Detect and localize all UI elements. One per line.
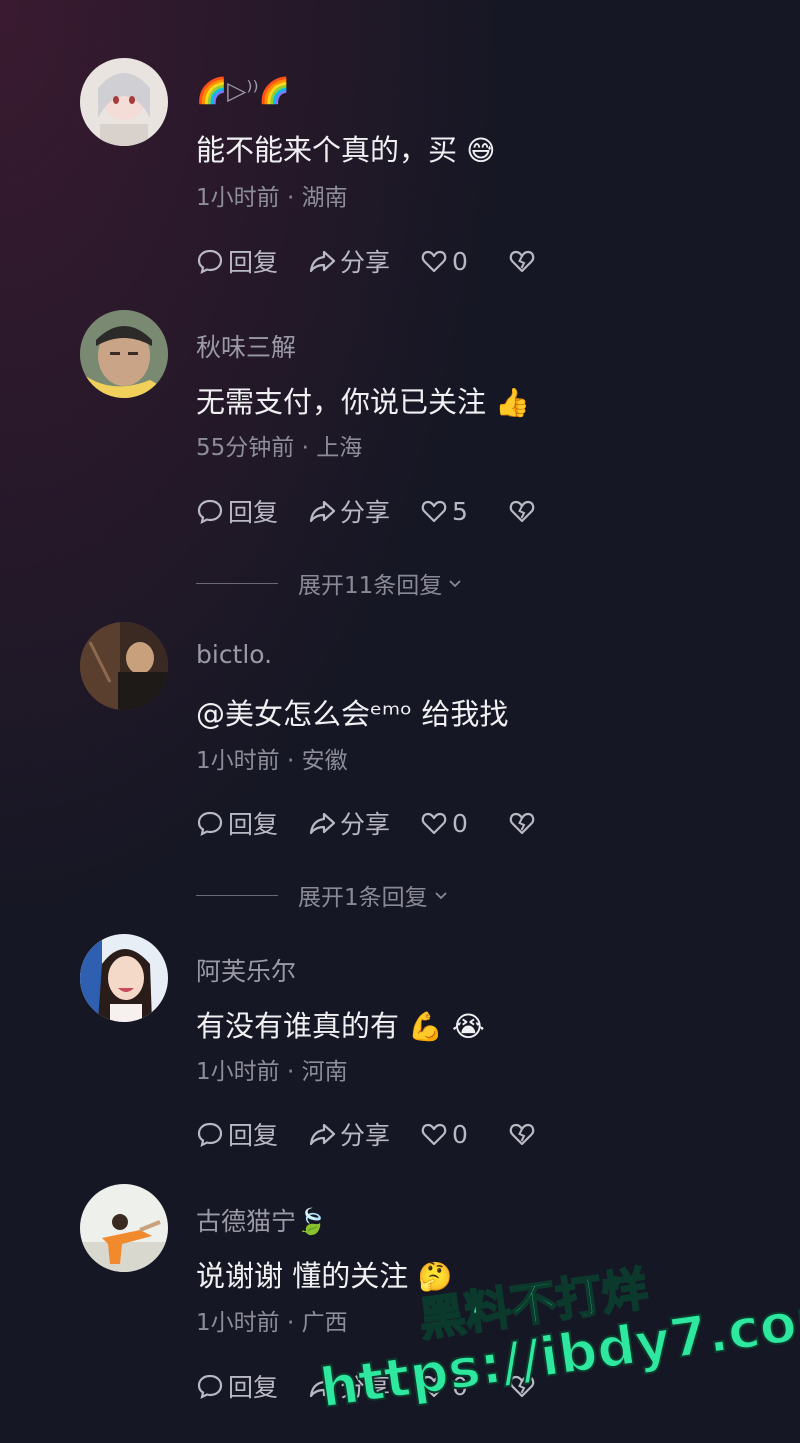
share-button[interactable]: 分享 xyxy=(308,243,390,279)
comment-text: @美女怎么会ᵉᵐᵒ 给我找 xyxy=(196,697,509,731)
like-count: 0 xyxy=(452,246,468,276)
expand-replies-button[interactable]: 展开1条回复 xyxy=(196,878,450,912)
comment-meta: 1小时前 · 安徽 xyxy=(196,748,348,774)
comment-actions: 回复 分享 5 xyxy=(196,494,570,528)
heart-icon xyxy=(421,250,447,273)
heart-icon xyxy=(421,500,447,523)
reply-label: 回复 xyxy=(228,1373,279,1402)
broken-heart-icon xyxy=(509,500,535,523)
reply-button[interactable]: 回复 xyxy=(196,805,278,841)
avatar[interactable] xyxy=(80,934,168,1022)
reply-button[interactable]: 回复 xyxy=(196,493,278,529)
broken-heart-icon xyxy=(509,1123,535,1146)
share-label: 分享 xyxy=(340,248,391,277)
comment-bubble-icon xyxy=(197,1374,223,1400)
heart-icon xyxy=(421,1123,447,1146)
avatar[interactable] xyxy=(80,1184,168,1272)
like-count: 5 xyxy=(452,496,468,526)
avatar[interactable] xyxy=(80,310,168,398)
expand-replies-label: 展开11条回复 xyxy=(298,573,443,599)
reply-label: 回复 xyxy=(228,498,279,527)
reply-button[interactable]: 回复 xyxy=(196,1116,278,1152)
emoji: 👍 xyxy=(495,386,531,419)
comment-actions: 回复 分享 0 xyxy=(196,244,570,278)
comment-actions: 回复 分享 0 xyxy=(196,806,570,840)
reply-label: 回复 xyxy=(228,810,279,839)
avatar[interactable] xyxy=(80,622,168,710)
share-label: 分享 xyxy=(340,498,391,527)
dislike-button[interactable] xyxy=(508,809,540,837)
share-button[interactable]: 分享 xyxy=(308,805,390,841)
like-button[interactable]: 0 xyxy=(420,809,468,838)
expand-replies-label: 展开1条回复 xyxy=(298,885,428,911)
reply-label: 回复 xyxy=(228,1121,279,1150)
comment-meta: 1小时前 · 湖南 xyxy=(196,185,348,211)
divider-line xyxy=(196,582,278,584)
like-count: 0 xyxy=(452,1119,468,1149)
comment-text: 无需支付，你说已关注 👍 xyxy=(196,385,531,419)
broken-heart-icon xyxy=(509,812,535,835)
username[interactable]: bictlo. xyxy=(196,640,272,669)
emoji: 💪 😭 xyxy=(408,1010,485,1043)
share-label: 分享 xyxy=(340,1121,391,1150)
divider-line xyxy=(196,894,278,896)
comment-meta: 55分钟前 · 上海 xyxy=(196,435,363,461)
reply-button[interactable]: 回复 xyxy=(196,1368,278,1404)
reply-button[interactable]: 回复 xyxy=(196,243,278,279)
broken-heart-icon xyxy=(509,250,535,273)
reply-label: 回复 xyxy=(228,248,279,277)
comment-actions: 回复 分享 0 xyxy=(196,1117,570,1151)
like-count: 0 xyxy=(452,808,468,838)
share-arrow-icon xyxy=(309,812,336,835)
heart-icon xyxy=(421,812,447,835)
comment-text: 有没有谁真的有 💪 😭 xyxy=(196,1009,485,1043)
comment-meta: 1小时前 · 河南 xyxy=(196,1059,348,1085)
comment-text: 能不能来个真的，买 😅 xyxy=(196,133,496,167)
share-button[interactable]: 分享 xyxy=(308,493,390,529)
avatar[interactable] xyxy=(80,58,168,146)
comment-bubble-icon xyxy=(197,1122,223,1148)
dislike-button[interactable] xyxy=(508,1120,540,1148)
comment-bubble-icon xyxy=(197,499,223,525)
share-button[interactable]: 分享 xyxy=(308,1116,390,1152)
username[interactable]: 秋味三解 xyxy=(196,328,296,364)
share-label: 分享 xyxy=(340,810,391,839)
expand-replies-button[interactable]: 展开11条回复 xyxy=(196,566,464,600)
comment-meta: 1小时前 · 广西 xyxy=(196,1310,348,1336)
leaf-badge-icon: 🍃 xyxy=(296,1207,328,1236)
comment-bubble-icon xyxy=(197,249,223,275)
like-button[interactable]: 0 xyxy=(420,247,468,276)
comment-text: 说谢谢 懂的关注 🤔 xyxy=(196,1259,453,1293)
chevron-down-icon xyxy=(449,580,461,588)
dislike-button[interactable] xyxy=(508,497,540,525)
share-arrow-icon xyxy=(309,250,336,273)
comment-bubble-icon xyxy=(197,811,223,837)
share-arrow-icon xyxy=(309,500,336,523)
share-arrow-icon xyxy=(309,1123,336,1146)
like-button[interactable]: 0 xyxy=(420,1120,468,1149)
like-button[interactable]: 5 xyxy=(420,497,468,526)
emoji: 😅 xyxy=(466,134,496,167)
username[interactable]: 🌈▷⁾⁾🌈 xyxy=(196,76,290,106)
username[interactable]: 阿芙乐尔 xyxy=(196,952,296,988)
username[interactable]: 古德猫宁🍃 xyxy=(196,1202,327,1238)
dislike-button[interactable] xyxy=(508,247,540,275)
chevron-down-icon xyxy=(435,892,447,900)
